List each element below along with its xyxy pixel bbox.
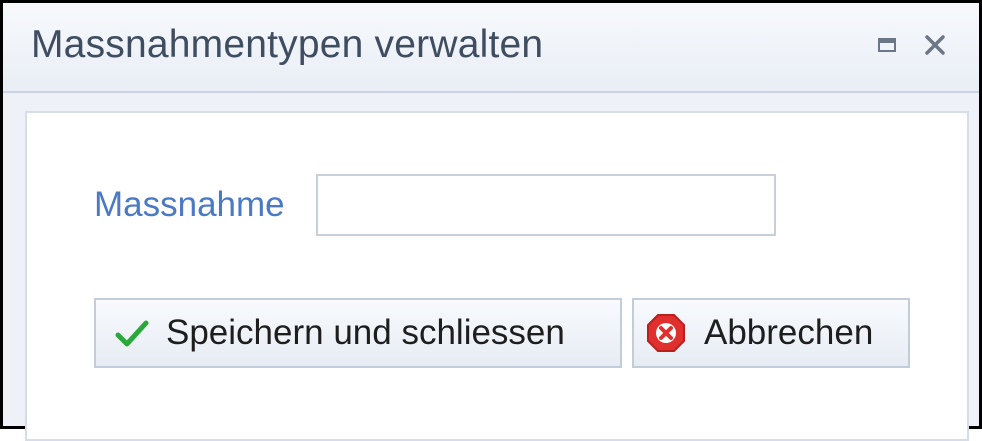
dialog-window: Massnahmentypen verwalten Massnahme Spei… xyxy=(0,0,982,441)
cancel-button[interactable]: Abbrechen xyxy=(632,298,910,368)
cancel-icon xyxy=(646,313,686,353)
dialog-titlebar[interactable]: Massnahmentypen verwalten xyxy=(3,3,979,93)
dialog-content: Massnahme Speichern und schliessen Abbre… xyxy=(25,111,969,441)
massnahme-input[interactable] xyxy=(316,174,776,236)
cancel-label: Abbrechen xyxy=(704,313,874,352)
close-icon xyxy=(925,35,945,55)
massnahme-label: Massnahme xyxy=(94,185,285,224)
maximize-button[interactable] xyxy=(873,31,901,59)
save-and-close-label: Speichern und schliessen xyxy=(166,313,565,352)
dialog-title: Massnahmentypen verwalten xyxy=(31,23,544,66)
maximize-icon xyxy=(878,38,896,52)
close-button[interactable] xyxy=(921,31,949,59)
save-and-close-button[interactable]: Speichern und schliessen xyxy=(94,298,622,368)
checkmark-icon xyxy=(112,313,152,353)
